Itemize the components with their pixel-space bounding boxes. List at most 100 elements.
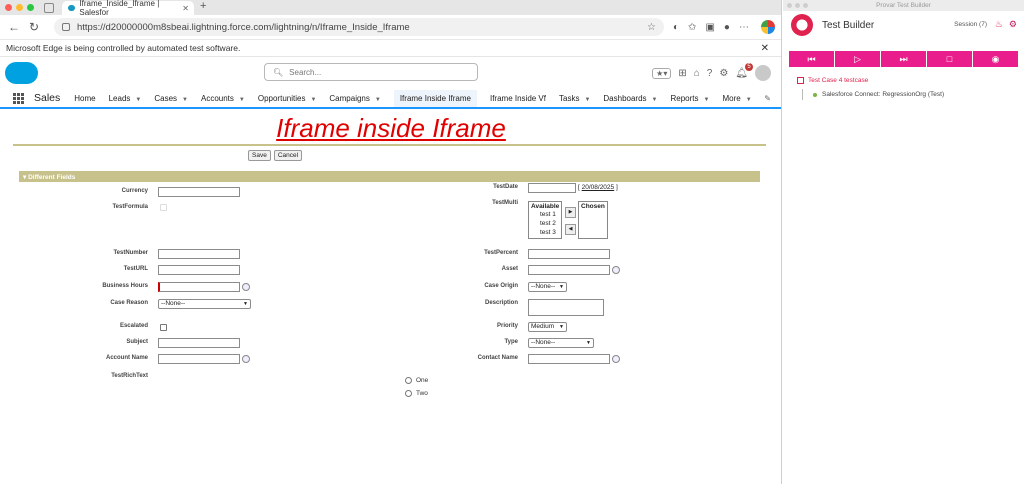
- close-window-button[interactable]: [5, 4, 12, 11]
- nav-item-home[interactable]: Home: [74, 94, 95, 103]
- case-origin-select[interactable]: --None-- ▼: [528, 282, 567, 292]
- test-url-input[interactable]: [158, 265, 240, 275]
- nav-item-dashboards[interactable]: Dashboards ▼: [603, 94, 657, 103]
- address-bar[interactable]: https://d20000000m8sbeai.lightning.force…: [54, 18, 664, 36]
- cancel-button[interactable]: Cancel: [273, 150, 303, 161]
- subject-input[interactable]: [158, 338, 240, 348]
- asset-lookup-icon[interactable]: [612, 266, 620, 274]
- multiselect-option[interactable]: test 3: [531, 228, 559, 237]
- user-avatar[interactable]: [755, 65, 771, 81]
- add-arrow-button[interactable]: ▶: [565, 207, 576, 218]
- provar-toolbar: ⏮ ▷ ⏭ □ ◉: [789, 51, 1018, 67]
- case-reason-select[interactable]: --None-- ▼: [158, 299, 251, 309]
- nav-item-more[interactable]: More ▼: [722, 94, 751, 103]
- tab-actions-icon[interactable]: [44, 2, 54, 13]
- contact-name-input[interactable]: [528, 354, 610, 364]
- back-button[interactable]: ←: [4, 20, 24, 34]
- site-info-icon[interactable]: [62, 23, 70, 31]
- chevron-down-icon: ▼: [586, 340, 591, 346]
- label-test-multi: TestMulti: [492, 200, 518, 206]
- notifications-bell-icon[interactable]: 🔔︎ 5: [735, 62, 753, 79]
- close-tab-icon[interactable]: ✕: [182, 4, 189, 13]
- nav-item-accounts[interactable]: Accounts ▼: [201, 94, 245, 103]
- nav-item-iframe-inside-iframe[interactable]: Iframe Inside Iframe: [393, 89, 477, 109]
- nav-item-iframe-inside-vf[interactable]: Iframe Inside Vf: [490, 94, 546, 103]
- chevron-down-icon[interactable]: ▼: [375, 97, 381, 103]
- nav-item-reports[interactable]: Reports ▼: [671, 94, 710, 103]
- multiselect-option[interactable]: test 1: [531, 210, 559, 219]
- favorites-icon[interactable]: ✩: [688, 22, 696, 33]
- nav-item-opportunities[interactable]: Opportunities ▼: [258, 94, 317, 103]
- priority-select[interactable]: Medium ▼: [528, 322, 567, 332]
- save-button[interactable]: Save: [248, 150, 271, 161]
- nav-item-cases[interactable]: Cases ▼: [154, 94, 188, 103]
- edit-nav-pencil-icon[interactable]: ✎: [764, 94, 771, 103]
- maximize-window-button[interactable]: [27, 4, 34, 11]
- account-lookup-icon[interactable]: [242, 355, 250, 363]
- search-icon: 🔍︎: [273, 67, 284, 77]
- multiselect-available[interactable]: Available test 1 test 2 test 3: [528, 201, 562, 239]
- chevron-down-icon[interactable]: ▼: [239, 97, 245, 103]
- description-textarea[interactable]: [528, 299, 604, 316]
- browser-tab[interactable]: Iframe_Inside_Iframe | Salesfor ✕: [62, 0, 194, 17]
- currency-input[interactable]: [158, 187, 240, 197]
- radio-one-label: One: [416, 377, 429, 384]
- business-hours-lookup-icon[interactable]: [242, 283, 250, 291]
- stop-button[interactable]: □: [927, 51, 972, 67]
- account-name-input[interactable]: [158, 354, 240, 364]
- setup-gear-icon[interactable]: ⚙: [719, 68, 728, 79]
- palette-button[interactable]: ◉: [973, 51, 1018, 67]
- play-button[interactable]: ▷: [835, 51, 880, 67]
- test-date-today-link[interactable]: [ 20/08/2025 ]: [578, 184, 618, 191]
- business-hours-input[interactable]: [158, 282, 240, 292]
- radio-one[interactable]: [405, 377, 412, 384]
- chevron-down-icon[interactable]: ▼: [310, 97, 316, 103]
- more-menu-icon[interactable]: ⋯: [739, 22, 749, 33]
- salesforce-logo[interactable]: [5, 62, 38, 84]
- step-forward-button[interactable]: ⏭: [881, 51, 926, 67]
- session-selector[interactable]: Session (7): [954, 21, 987, 28]
- multiselect-option[interactable]: test 2: [531, 219, 559, 228]
- test-date-input[interactable]: [528, 183, 576, 193]
- help-icon[interactable]: ?: [707, 68, 713, 79]
- remove-arrow-button[interactable]: ◀: [565, 224, 576, 235]
- asset-input[interactable]: [528, 265, 610, 275]
- global-search-input[interactable]: 🔍︎ Search...: [264, 63, 478, 81]
- trailhead-icon[interactable]: ⌂: [694, 68, 700, 79]
- section-header-different-fields[interactable]: ▾ Different Fields: [19, 171, 760, 182]
- nav-item-tasks[interactable]: Tasks ▼: [559, 94, 590, 103]
- app-launcher-icon[interactable]: [13, 92, 25, 104]
- global-actions-icon[interactable]: ⊞: [678, 68, 686, 79]
- favorites-star-icon[interactable]: ★▾: [652, 67, 672, 79]
- test-case-node[interactable]: Test Case 4 testcase: [797, 77, 1024, 84]
- flame-icon[interactable]: ♨: [995, 19, 1003, 30]
- test-number-input[interactable]: [158, 249, 240, 259]
- new-tab-button[interactable]: +: [200, 0, 206, 12]
- nav-item-leads[interactable]: Leads ▼: [109, 94, 142, 103]
- step-back-button[interactable]: ⏮: [789, 51, 834, 67]
- collections-icon[interactable]: ▣: [705, 22, 714, 33]
- chevron-down-icon[interactable]: ▼: [135, 97, 141, 103]
- multiselect-chosen[interactable]: Chosen: [578, 201, 608, 239]
- chevron-down-icon[interactable]: ▼: [704, 97, 710, 103]
- minimize-window-button[interactable]: [16, 4, 23, 11]
- radio-two[interactable]: [405, 390, 412, 397]
- favorite-star-icon[interactable]: ☆: [647, 22, 656, 33]
- provar-extension-icon[interactable]: [760, 20, 775, 34]
- chevron-down-icon[interactable]: ▼: [746, 97, 752, 103]
- profile-icon[interactable]: ●: [724, 22, 730, 33]
- test-step-node[interactable]: Salesforce Connect: RegressionOrg (Test): [802, 89, 1024, 100]
- chevron-down-icon[interactable]: ▼: [584, 97, 590, 103]
- refresh-button[interactable]: ↻: [24, 20, 44, 34]
- settings-gear-icon[interactable]: ⚙: [1009, 19, 1017, 30]
- contact-lookup-icon[interactable]: [612, 355, 620, 363]
- copilot-icon[interactable]: ◐: [673, 22, 679, 33]
- type-select[interactable]: --None-- ▼: [528, 338, 594, 348]
- test-percent-input[interactable]: [528, 249, 610, 259]
- close-infobar-icon[interactable]: ✕: [761, 43, 769, 54]
- label-priority: Priority: [496, 323, 518, 329]
- chevron-down-icon[interactable]: ▼: [182, 97, 188, 103]
- escalated-checkbox[interactable]: [160, 324, 167, 331]
- chevron-down-icon[interactable]: ▼: [652, 97, 658, 103]
- nav-item-campaigns[interactable]: Campaigns ▼: [329, 94, 380, 103]
